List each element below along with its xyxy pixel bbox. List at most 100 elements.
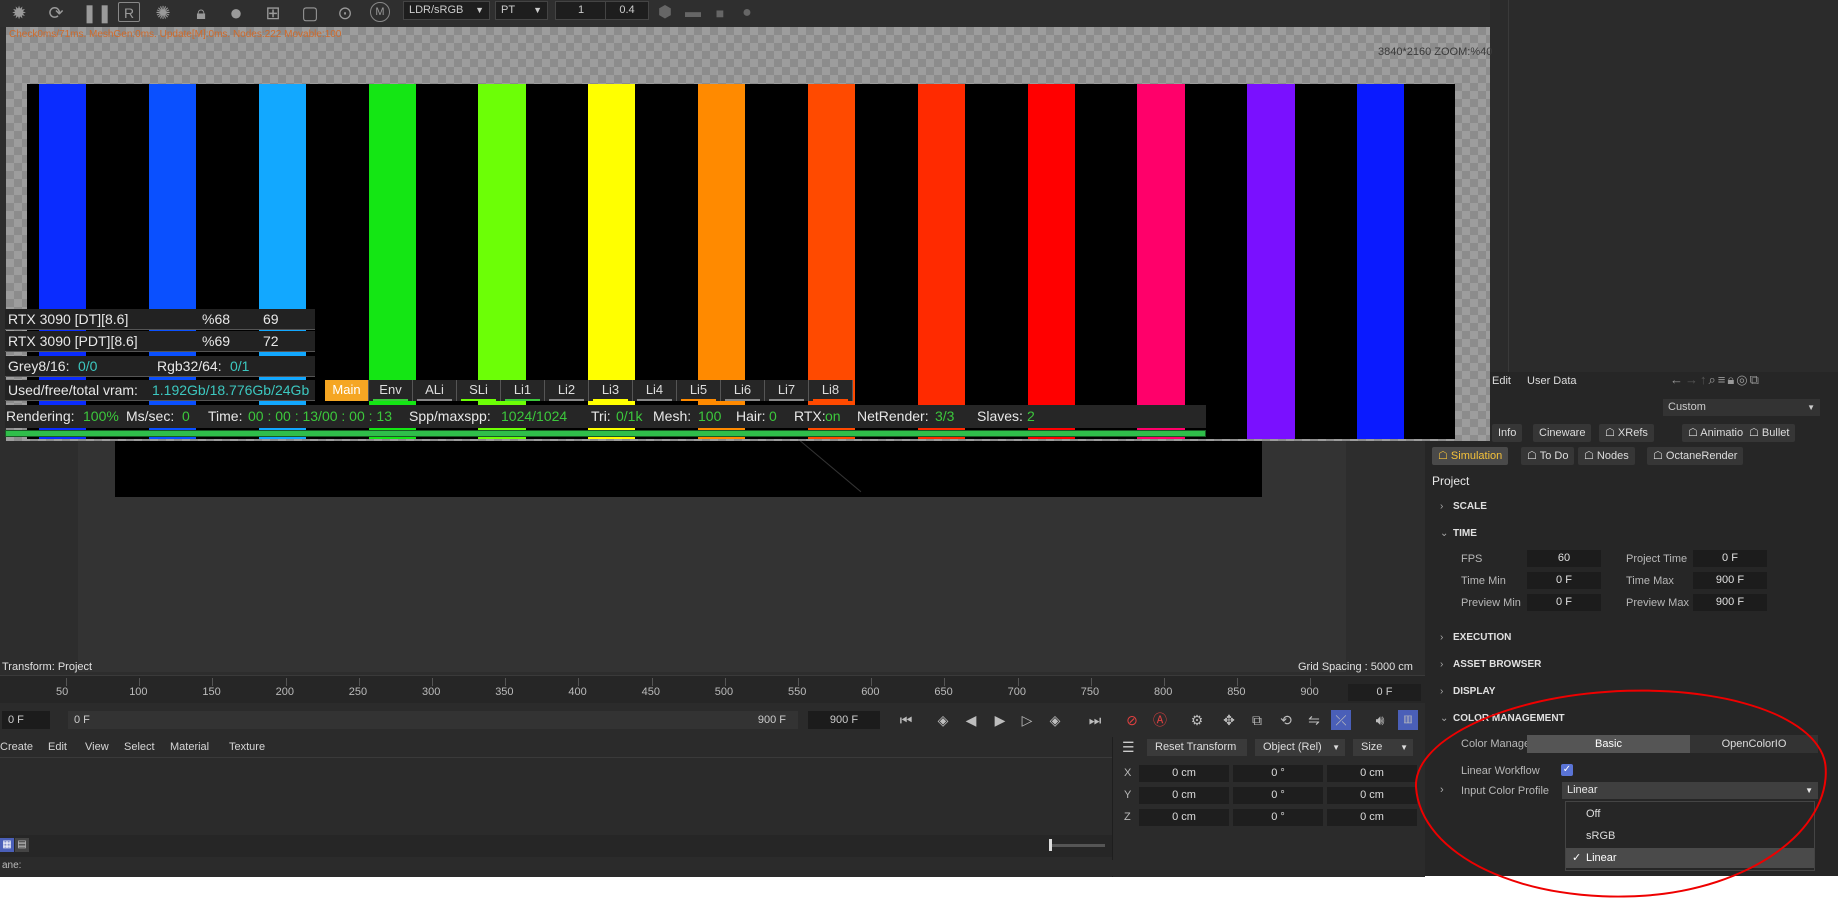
sound-icon[interactable]: 🔊︎ [1370,710,1390,730]
circle-icon[interactable]: ● [736,2,758,24]
next-frame-icon[interactable]: ▷ [1017,710,1037,730]
pin-icon[interactable]: ⊙ [334,2,356,24]
menu-view[interactable]: View [85,741,109,753]
target-icon[interactable]: ◎ [1736,372,1749,387]
menu-create[interactable]: Create [0,741,33,753]
pass-tab-main[interactable]: Main [325,380,369,401]
tab-xrefs[interactable]: ☖ XRefs [1599,424,1654,442]
value2-field[interactable]: 0.4 [605,1,649,20]
reset-transform-button[interactable]: Reset Transform [1147,739,1247,756]
list-view-icon[interactable]: ▤ [15,838,29,852]
new-window-icon[interactable]: ⧉ [1750,372,1761,387]
tab-cineware[interactable]: Cineware [1533,424,1592,442]
size-mode-select[interactable]: Size ▼ [1353,739,1413,756]
sphere-icon[interactable]: ● [225,2,247,24]
tab-simulation[interactable]: ☖ Simulation [1432,447,1509,465]
rotation-field[interactable]: 0 ° [1233,787,1323,804]
size-field[interactable]: 0 cm [1327,787,1417,804]
zoom-slider-handle[interactable] [1049,839,1052,851]
pass-tab-env[interactable]: Env [369,380,413,401]
menu-edit[interactable]: Edit [48,741,67,753]
position-field[interactable]: 0 cm [1139,765,1229,782]
fps-field[interactable]: 60 [1527,550,1601,567]
menu-icon[interactable]: ☰ [1122,739,1135,756]
camera-icon[interactable]: ■ [709,2,731,24]
back-icon[interactable]: ← [1670,372,1685,387]
timeline-ruler[interactable]: 50 100 150 200 250 300 350 400 450 500 550 600 650 70… [0,675,1425,703]
position-field[interactable]: 0 cm [1139,809,1229,826]
plus-icon[interactable]: ⊞ [262,2,284,24]
region-icon[interactable]: R [118,2,140,22]
gear-icon[interactable]: ✹ [8,2,30,24]
go-to-end-icon[interactable]: ⏭ [1085,710,1105,730]
param-key-icon[interactable]: ⇋ [1304,710,1324,730]
rotate-key-icon[interactable]: ⟲ [1276,710,1296,730]
menu-material[interactable]: Material [170,741,209,753]
refresh-icon[interactable]: ⟳ [45,2,67,24]
play-icon[interactable]: ▶ [990,710,1010,730]
pass-tab-li3[interactable]: Li3 [589,380,633,401]
move-key-icon[interactable]: ✥ [1219,710,1239,730]
size-field[interactable]: 0 cm [1327,809,1417,826]
current-frame-field[interactable]: 0 F [1348,684,1421,701]
preview-max-field[interactable]: 900 F [1693,594,1767,611]
scale-key-icon[interactable]: ⧉ [1247,710,1267,730]
prev-keyframe-icon[interactable]: ◈ [933,710,953,730]
search-icon[interactable]: ⌕ [1709,372,1718,387]
pass-tab-ali[interactable]: ALi [413,380,457,401]
menu-select[interactable]: Select [124,741,155,753]
film-icon[interactable]: ▬ [682,2,704,24]
menu-texture[interactable]: Texture [229,741,265,753]
keyframe-settings-icon[interactable]: ⚙ [1187,710,1207,730]
preview-min-field[interactable]: 0 F [1527,594,1601,611]
audio-wave-icon[interactable]: ▥ [1398,710,1418,730]
pass-tab-li4[interactable]: Li4 [633,380,677,401]
lock-icon[interactable]: 🔒︎ [1727,372,1736,387]
up-icon[interactable]: ↑ [1700,372,1709,387]
marker-icon[interactable]: M [370,2,390,22]
kernel-select[interactable]: PT ▼ [495,1,548,20]
position-field[interactable]: 0 cm [1139,787,1229,804]
record-icon[interactable]: ⊘ [1122,710,1142,730]
rotation-field[interactable]: 0 ° [1233,809,1323,826]
forward-icon[interactable]: → [1685,372,1700,387]
autokey-icon[interactable]: Ⓐ [1150,710,1170,730]
box-icon[interactable]: ▢ [299,2,321,24]
tab-info[interactable]: Info [1492,424,1523,442]
grid-view-icon[interactable]: ▦ [0,838,14,852]
pause-icon[interactable]: ❚❚ [82,2,112,24]
settings-icon[interactable]: ✺ [152,2,174,24]
pass-tab-li8[interactable]: Li8 [809,380,853,401]
tab-to-do[interactable]: ☖ To Do [1521,447,1575,465]
timeline-range-slider[interactable]: 0 F 900 F [68,711,798,729]
pass-tab-li6[interactable]: Li6 [721,380,765,401]
pass-tab-li5[interactable]: Li5 [677,380,721,401]
menu-edit[interactable]: Edit [1492,375,1511,387]
project-time-field[interactable]: 0 F [1693,550,1767,567]
pla-key-icon[interactable]: ⤫ [1331,710,1351,730]
go-to-start-icon[interactable]: ⏮ [896,710,916,730]
color-space-select[interactable]: LDR/sRGB ▼ [403,1,490,20]
lock-icon[interactable]: 🔒︎ [190,2,212,24]
rotation-field[interactable]: 0 ° [1233,765,1323,782]
coord-mode-select[interactable]: Object (Rel) ▼ [1255,739,1345,756]
zoom-slider[interactable] [1050,844,1105,847]
value1-field[interactable]: 1 [555,1,607,20]
hex-icon[interactable]: ⬢ [654,2,676,24]
time-max-field[interactable]: 900 F [1693,572,1767,589]
tab-octanerender[interactable]: ☖ OctaneRender [1647,447,1744,465]
pass-tab-li2[interactable]: Li2 [545,380,589,401]
pass-tab-sli[interactable]: SLi [457,380,501,401]
start-frame-field[interactable]: 0 F [2,711,50,729]
size-field[interactable]: 0 cm [1327,765,1417,782]
tab-nodes[interactable]: ☖ Nodes [1578,447,1635,465]
pass-tab-li7[interactable]: Li7 [765,380,809,401]
menu-user-data[interactable]: User Data [1527,375,1577,387]
time-min-field[interactable]: 0 F [1527,572,1601,589]
filter-icon[interactable]: ≡ [1718,372,1728,387]
next-keyframe-icon[interactable]: ◈ [1045,710,1065,730]
pass-tab-li1[interactable]: Li1 [501,380,545,401]
prev-frame-icon[interactable]: ◀ [961,710,981,730]
tab-bullet[interactable]: ☖ Bullet [1743,424,1796,442]
end-frame-field[interactable]: 900 F [808,711,880,729]
